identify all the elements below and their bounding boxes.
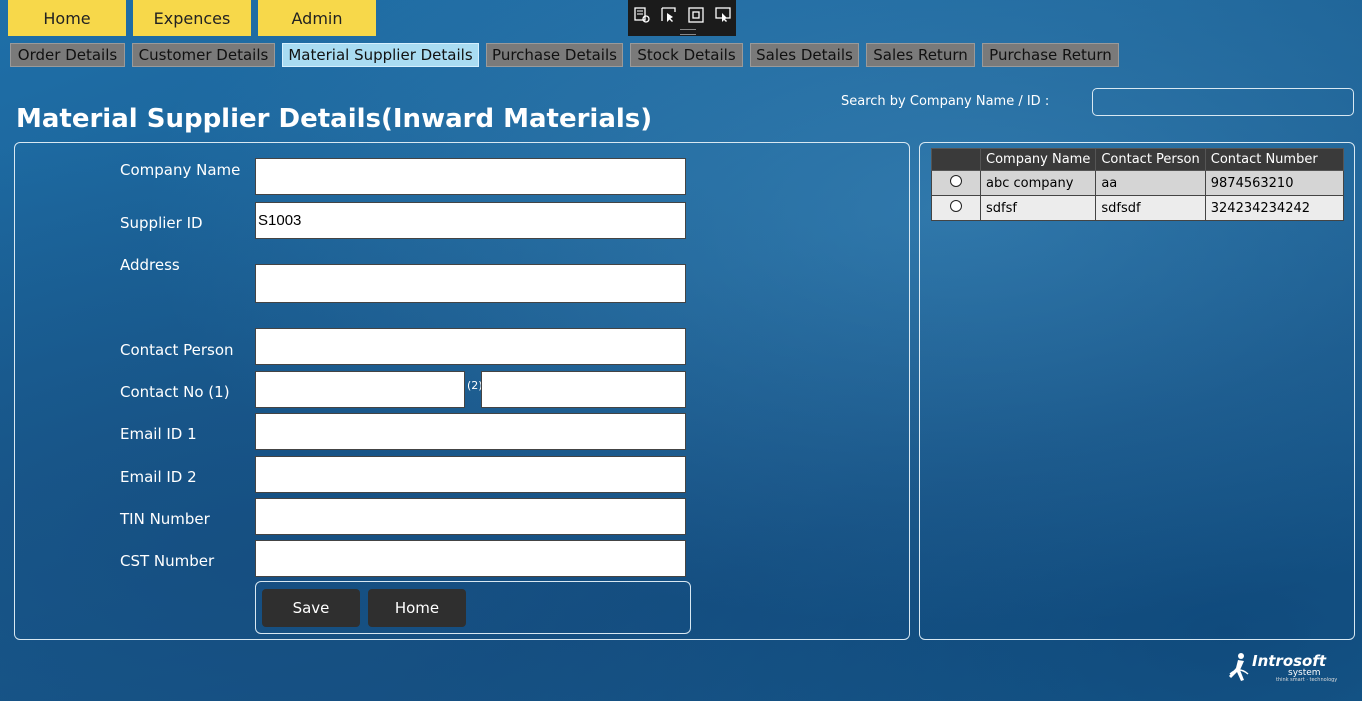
form-home-button[interactable]: Home bbox=[368, 589, 466, 627]
tab-stock-details[interactable]: Stock Details bbox=[630, 43, 743, 67]
table-row[interactable]: sdfsf sdfsdf 324234234242 bbox=[931, 195, 1345, 221]
logo-figure-icon bbox=[1229, 653, 1249, 681]
company-name-field[interactable] bbox=[255, 158, 686, 195]
select-element-icon[interactable] bbox=[633, 6, 651, 24]
screen-cursor-icon[interactable] bbox=[714, 6, 732, 24]
table-row[interactable]: abc company aa 9874563210 bbox=[931, 170, 1345, 196]
cst-number-label: CST Number bbox=[120, 552, 215, 570]
company-cell: abc company bbox=[979, 170, 1097, 196]
supplier-table: Company Name Contact Person Contact Numb… bbox=[931, 148, 1345, 221]
contact-no-label: Contact No (1) bbox=[120, 383, 230, 401]
contact-person-cell: aa bbox=[1095, 170, 1206, 196]
tab-order-details[interactable]: Order Details bbox=[10, 43, 125, 67]
save-button[interactable]: Save bbox=[262, 589, 360, 627]
column-header-select bbox=[931, 148, 981, 171]
supplier-id-field[interactable] bbox=[255, 202, 686, 239]
tab-sales-details[interactable]: Sales Details bbox=[750, 43, 859, 67]
email-1-field[interactable] bbox=[255, 413, 686, 450]
frame-icon[interactable] bbox=[687, 6, 705, 24]
contact-person-field[interactable] bbox=[255, 328, 686, 365]
page-title: Material Supplier Details(Inward Materia… bbox=[16, 104, 653, 134]
tab-customer-details[interactable]: Customer Details bbox=[132, 43, 275, 67]
tab-material-supplier-details[interactable]: Material Supplier Details bbox=[282, 43, 479, 67]
row-select-cell[interactable] bbox=[931, 195, 981, 221]
search-input[interactable] bbox=[1092, 88, 1354, 116]
contact-person-label: Contact Person bbox=[120, 341, 234, 359]
contact-no-2-field[interactable] bbox=[481, 371, 686, 408]
table-header-row: Company Name Contact Person Contact Numb… bbox=[931, 148, 1345, 171]
tin-number-label: TIN Number bbox=[120, 510, 210, 528]
supplier-id-label: Supplier ID bbox=[120, 214, 203, 232]
column-header-contact-number: Contact Number bbox=[1204, 148, 1345, 171]
debug-toolbar bbox=[628, 0, 736, 36]
contact-number-cell: 324234234242 bbox=[1204, 195, 1345, 221]
toolbar-drag-handle[interactable] bbox=[680, 29, 696, 35]
row-select-cell[interactable] bbox=[931, 170, 981, 196]
email-1-label: Email ID 1 bbox=[120, 425, 197, 443]
logo-tagline: think smart · technology bbox=[1276, 677, 1338, 683]
address-label: Address bbox=[120, 256, 180, 274]
nav-home-button[interactable]: Home bbox=[8, 0, 126, 36]
tin-number-field[interactable] bbox=[255, 498, 686, 535]
contact-person-cell: sdfsdf bbox=[1095, 195, 1206, 221]
tab-purchase-details[interactable]: Purchase Details bbox=[486, 43, 623, 67]
nav-admin-button[interactable]: Admin bbox=[258, 0, 376, 36]
nav-expences-button[interactable]: Expences bbox=[133, 0, 251, 36]
column-header-company-name: Company Name bbox=[979, 148, 1097, 171]
company-name-label: Company Name bbox=[120, 161, 241, 179]
tab-purchase-return[interactable]: Purchase Return bbox=[982, 43, 1119, 67]
address-field[interactable] bbox=[255, 264, 686, 303]
row-radio[interactable] bbox=[950, 200, 962, 212]
row-radio[interactable] bbox=[950, 175, 962, 187]
column-header-contact-person: Contact Person bbox=[1095, 148, 1206, 171]
introsoft-logo: Introsoft system think smart · technolog… bbox=[1226, 650, 1338, 686]
search-label: Search by Company Name / ID : bbox=[841, 94, 1050, 109]
company-cell: sdfsf bbox=[979, 195, 1097, 221]
cst-number-field[interactable] bbox=[255, 540, 686, 577]
contact-no-1-field[interactable] bbox=[255, 371, 465, 408]
email-2-field[interactable] bbox=[255, 456, 686, 493]
email-2-label: Email ID 2 bbox=[120, 468, 197, 486]
tab-sales-return[interactable]: Sales Return bbox=[866, 43, 975, 67]
contact-number-cell: 9874563210 bbox=[1204, 170, 1345, 196]
pointer-icon[interactable] bbox=[660, 6, 678, 24]
